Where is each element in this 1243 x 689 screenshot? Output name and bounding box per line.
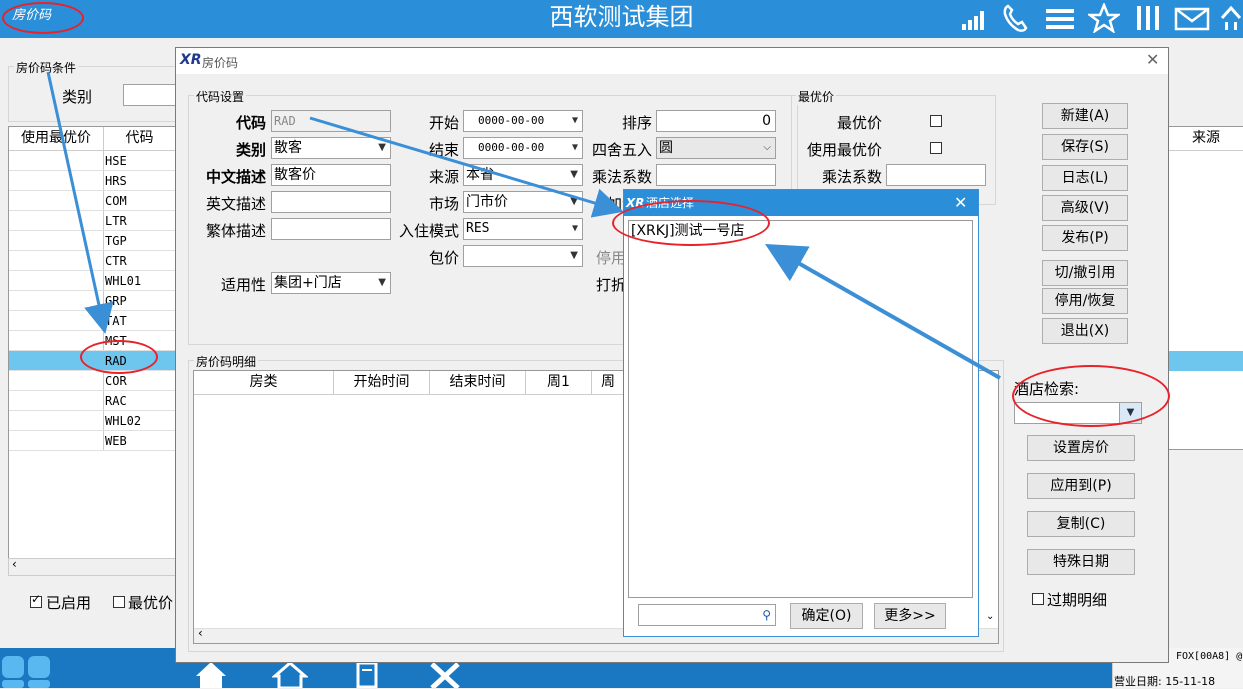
annotation-arrows (46, 71, 1001, 380)
annotation-arrow (46, 71, 114, 334)
annotation-arrow (765, 244, 1001, 380)
annotation-arrow (309, 116, 624, 218)
